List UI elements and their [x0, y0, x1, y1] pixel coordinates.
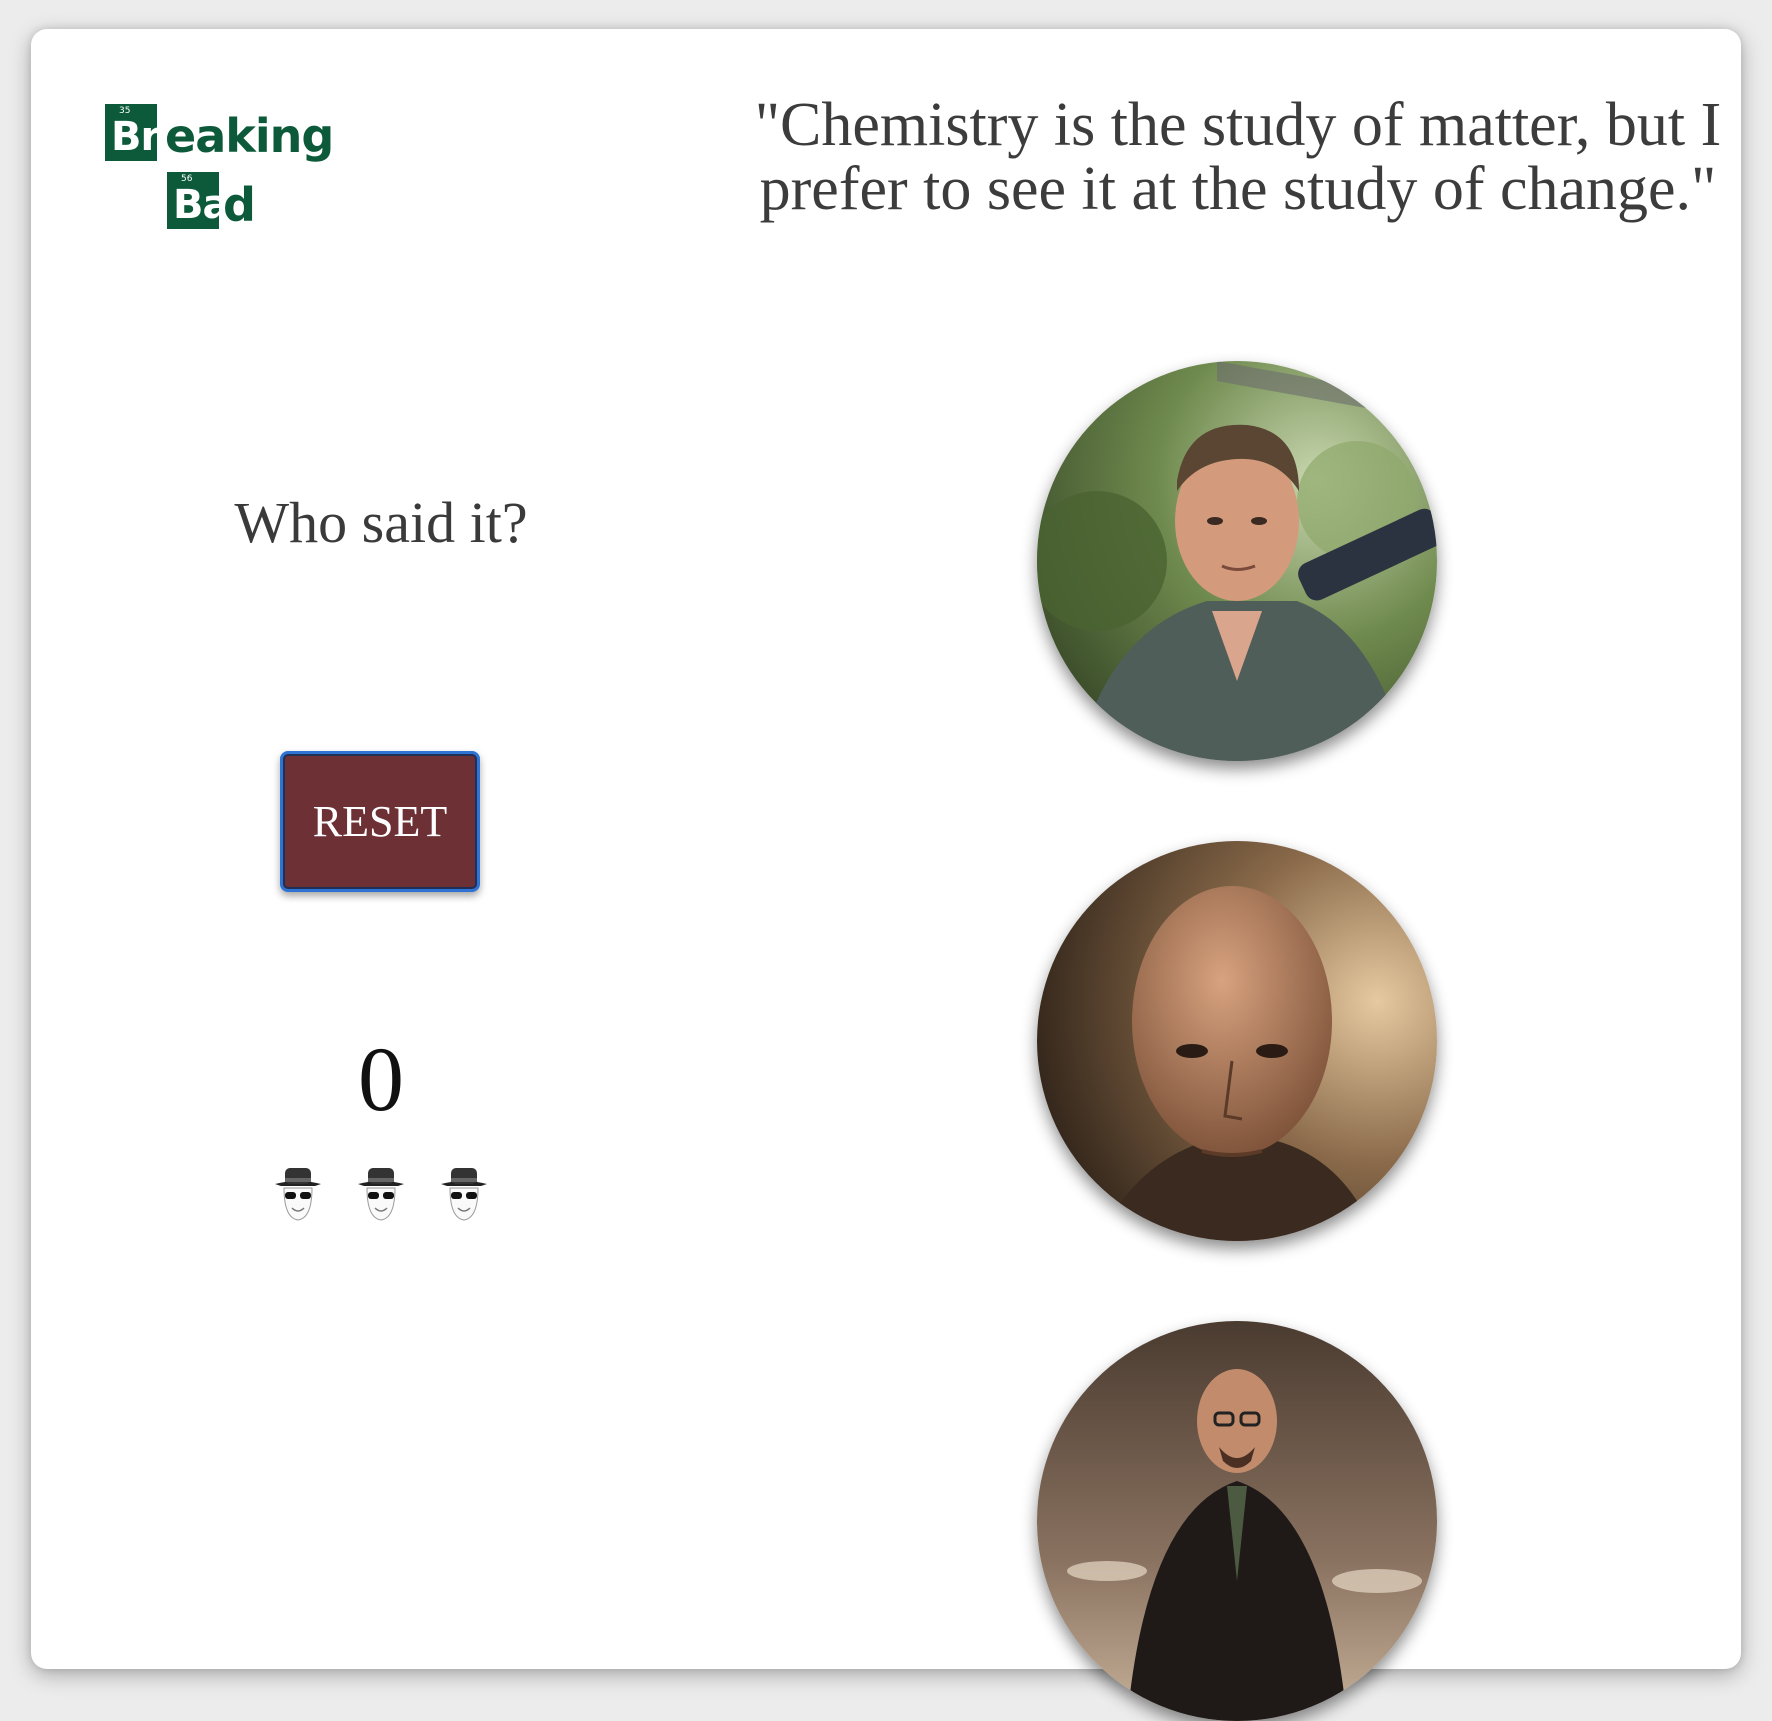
game-card: 35 Br eaking 56 Ba d "Chemistry is the s… [31, 29, 1741, 1721]
logo-element-ba: 56 Ba [167, 172, 229, 229]
character-option-3[interactable] [1037, 1321, 1437, 1721]
question-label: Who said it? [234, 490, 528, 555]
character-portrait-man-in-glasses [1037, 1321, 1437, 1721]
heisenberg-icon [441, 1168, 487, 1221]
logo-element-symbol: Br [111, 114, 160, 160]
quote-text: "Chemistry is the study of matter, but I… [754, 91, 1722, 223]
score-value: 0 [358, 1028, 404, 1130]
character-option-1[interactable] [1037, 361, 1437, 761]
breaking-bad-logo: 35 Br eaking 56 Ba d [105, 104, 335, 236]
character-portrait-rugged-man [1037, 361, 1437, 761]
logo-element-symbol: Ba [173, 182, 229, 228]
lives-indicator [271, 1164, 491, 1224]
reset-button[interactable]: RESET [280, 751, 480, 892]
logo-word-rest: d [223, 178, 256, 232]
logo-element-br: 35 Br [105, 104, 160, 161]
character-portrait-bald-man [1037, 841, 1437, 1241]
logo-word-rest: eaking [165, 109, 334, 163]
character-option-2[interactable] [1037, 841, 1437, 1241]
heisenberg-icon [358, 1168, 404, 1221]
heisenberg-icon [275, 1168, 321, 1221]
